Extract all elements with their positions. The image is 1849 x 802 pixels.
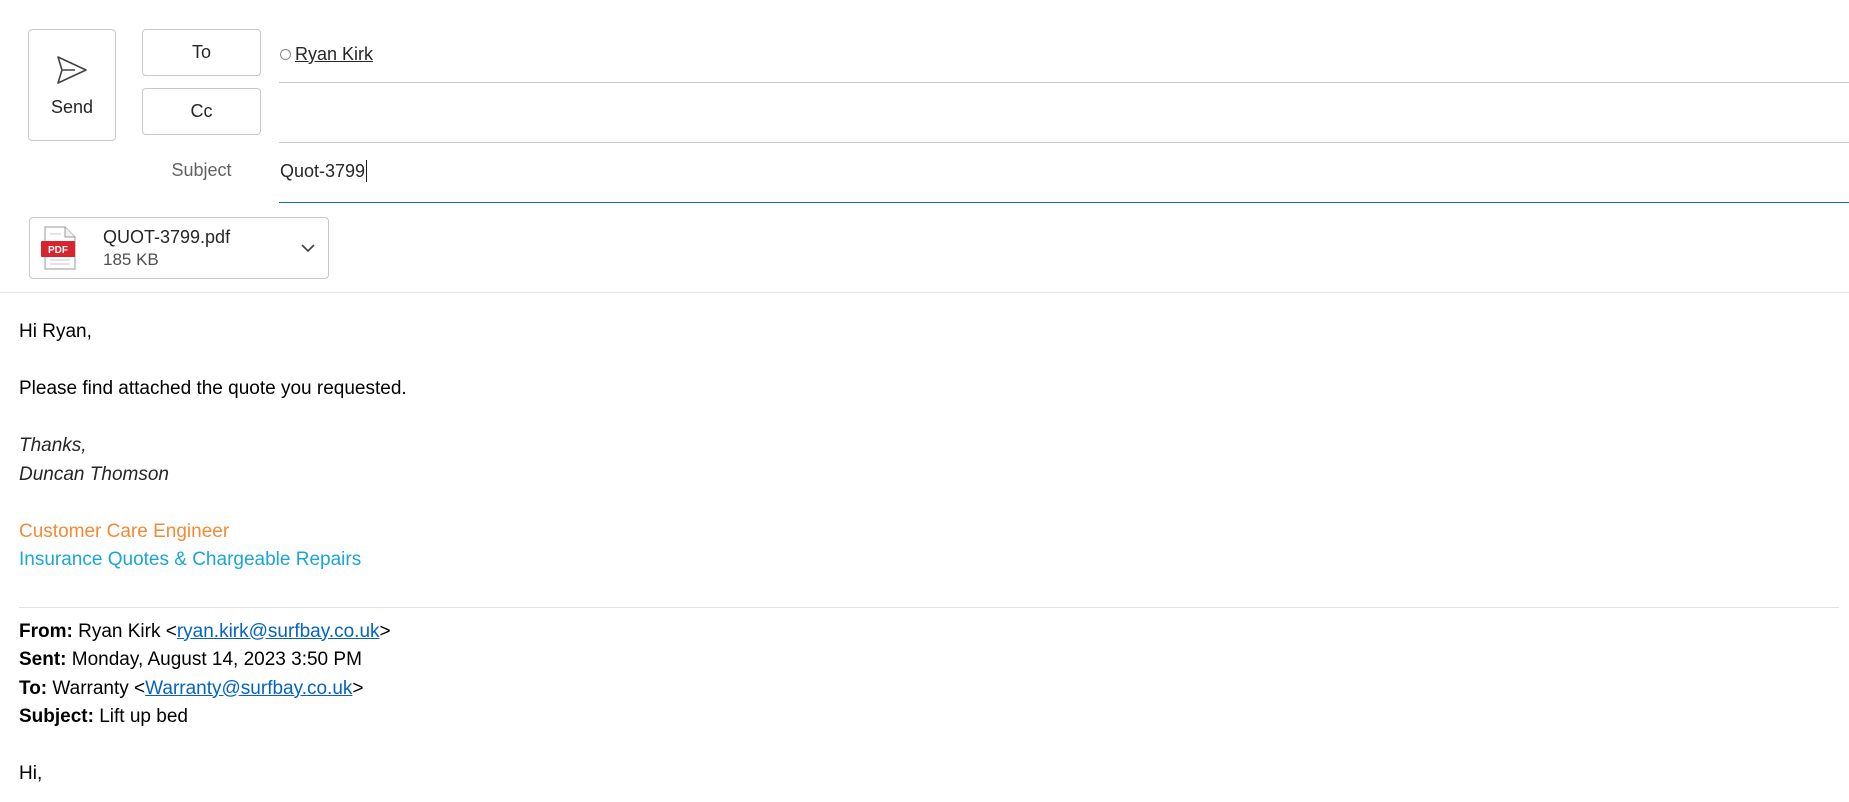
compose-header: Send To Cc Subject Ryan Kirk Quot-3799 P… [0,0,1849,293]
to-recipient-chip[interactable]: Ryan Kirk [280,44,373,65]
quoted-to-email-link[interactable]: Warranty@surfbay.co.uk [145,678,352,699]
cc-button[interactable]: Cc [142,88,261,135]
subject-value: Quot-3799 [280,160,366,181]
body-greeting: Hi Ryan, [19,321,92,342]
quoted-from: From: Ryan Kirk <ryan.kirk@surfbay.co.uk… [19,620,391,642]
pdf-icon-label: PDF [48,245,68,256]
job-title: Customer Care Engineer [19,520,230,542]
subject-input[interactable]: Quot-3799 [280,160,368,182]
cc-field[interactable] [279,88,1849,143]
quoted-greeting: Hi, [19,763,43,784]
subject-label: Subject [171,160,232,180]
to-recipient-name[interactable]: Ryan Kirk [295,44,373,65]
quoted-divider [19,606,1839,608]
quoted-message-header: From: Ryan Kirk <ryan.kirk@surfbay.co.uk… [19,618,1839,789]
quoted-sent: Sent: Monday, August 14, 2023 3:50 PM [19,649,362,670]
body-signoff: Thanks, [19,435,87,456]
send-icon [57,55,87,84]
to-button[interactable]: To [142,29,261,76]
chevron-down-icon[interactable] [298,238,318,258]
message-body[interactable]: Hi Ryan, Please find attached the quote … [19,318,1839,789]
to-field[interactable] [279,29,1849,83]
text-caret [366,160,368,182]
department: Insurance Quotes & Chargeable Repairs [19,549,362,570]
body-message: Please find attached the quote you reque… [19,378,407,399]
presence-status-icon [280,49,291,60]
attachment-info: QUOT-3799.pdf 185 KB [103,225,230,271]
attachment-file-size: 185 KB [103,250,159,269]
attachment-card[interactable]: PDF QUOT-3799.pdf 185 KB [29,217,329,279]
sender-name: Duncan Thomson [19,463,169,485]
quoted-subject: Subject: Lift up bed [19,706,188,727]
quoted-from-email-link[interactable]: ryan.kirk@surfbay.co.uk [177,621,380,642]
subject-field[interactable] [279,152,1849,203]
send-label: Send [50,96,94,117]
quoted-to: To: Warranty <Warranty@surfbay.co.uk> [19,677,364,699]
pdf-file-icon: PDF [41,226,76,270]
attachment-file-name: QUOT-3799.pdf [103,227,231,247]
send-button[interactable]: Send [28,29,116,141]
